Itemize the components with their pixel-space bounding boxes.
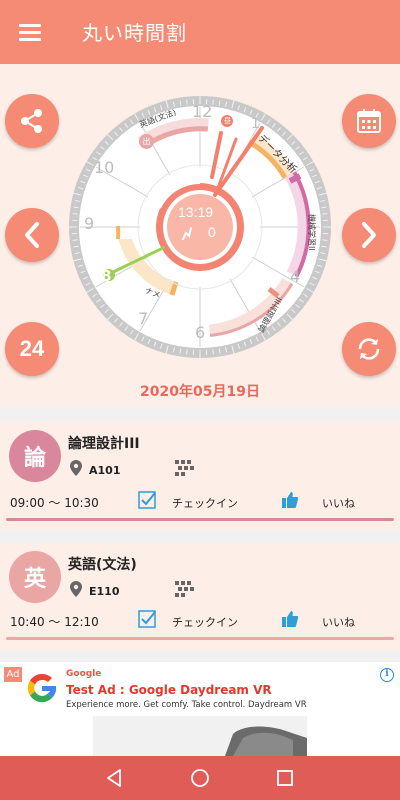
clock-tick: [72, 213, 78, 215]
checkin-label[interactable]: チェックイン: [172, 495, 238, 511]
ad-brand: Google: [66, 669, 102, 679]
clock-hour-1: 1: [251, 116, 260, 132]
class-avatar: 英: [9, 551, 61, 603]
home-circle-icon[interactable]: [185, 764, 215, 792]
class-avatar: 論: [9, 430, 61, 482]
ad-badge: Ad: [4, 667, 22, 682]
hours-toggle-button[interactable]: 24: [5, 322, 59, 376]
center-walk-icon: [181, 225, 193, 240]
class-name: 論理設計III: [68, 436, 140, 452]
class-color-bar: [6, 518, 394, 521]
class-time: 09:00 ～ 10:30: [10, 496, 99, 510]
share-button[interactable]: [5, 94, 59, 148]
hours-label: 24: [19, 336, 45, 361]
class-color-bar: [6, 637, 394, 640]
location-pin-icon: [70, 581, 82, 597]
checkin-label[interactable]: チェックイン: [172, 614, 238, 630]
clock-tick: [186, 349, 188, 355]
clock-hour-9: 9: [84, 214, 95, 233]
classmates-icon[interactable]: [175, 581, 195, 599]
event-badge-english: 出: [139, 134, 154, 149]
clock-hour-8: 8: [101, 267, 112, 285]
clock-tick: [186, 99, 188, 105]
calendar-button[interactable]: [342, 94, 396, 148]
calendar-icon: [357, 109, 381, 133]
checkin-icon[interactable]: [138, 491, 156, 509]
thumbs-up-icon[interactable]: [281, 491, 299, 509]
class-card[interactable]: 論 論理設計III A101 09:00 ～ 10:30 チェックイン いいね: [0, 422, 400, 530]
prev-day-button[interactable]: [5, 208, 59, 262]
clock-tick: [72, 239, 78, 241]
ad-description: Experience more. Get comfy. Take control…: [66, 700, 307, 710]
google-logo-icon: [27, 673, 57, 703]
next-day-button[interactable]: [342, 208, 396, 262]
clock-tick: [322, 239, 328, 241]
ad-image[interactable]: [93, 716, 307, 756]
app-title: 丸い時間割: [82, 21, 187, 45]
ad-banner[interactable]: Ad Google Test Ad : Google Daydream VR E…: [0, 662, 400, 756]
event-badge-lunch: 昼: [224, 117, 231, 125]
system-nav-bar: [0, 756, 400, 800]
clock-hour-7: 7: [138, 309, 149, 328]
classmates-icon[interactable]: [175, 460, 195, 478]
location-pin-icon: [70, 460, 82, 476]
thumbs-up-icon[interactable]: [281, 610, 299, 628]
center-count: 0: [208, 224, 216, 240]
hamburger-menu-icon[interactable]: [16, 20, 46, 44]
checkin-icon[interactable]: [138, 610, 156, 628]
clock-area: 12 10 9 8 7 6 4 1 13:19 0 英語(文法) 出 昼 データ…: [0, 64, 400, 407]
date-label: 2020年05月19日: [140, 384, 260, 400]
like-label[interactable]: いいね: [322, 614, 355, 630]
clock-tick: [212, 349, 214, 355]
clock-hour-6: 6: [195, 323, 206, 342]
class-room: A101: [89, 464, 121, 477]
clock-hour-4: 4: [290, 267, 301, 286]
app-bar: 丸い時間割: [0, 0, 400, 64]
share-icon: [21, 109, 42, 133]
refresh-icon: [358, 338, 380, 360]
ad-title[interactable]: Test Ad : Google Daydream VR: [66, 683, 272, 697]
class-card[interactable]: 英 英語(文法) E110 10:40 ～ 12:10 チェックイン いいね: [0, 543, 400, 651]
event-label-mech: 機械学習II: [307, 214, 316, 251]
class-time: 10:40 ～ 12:10: [10, 615, 99, 629]
refresh-button[interactable]: [342, 322, 396, 376]
like-label[interactable]: いいね: [322, 495, 355, 511]
clock-hour-10: 10: [94, 158, 115, 177]
class-room: E110: [89, 585, 120, 598]
ad-info-icon[interactable]: i: [380, 668, 394, 682]
clock-tick: [322, 213, 328, 215]
center-time: 13:19: [178, 204, 214, 220]
clock-hour-12: 12: [192, 102, 213, 121]
chevron-left-icon: [25, 222, 39, 248]
recents-square-icon[interactable]: [270, 764, 300, 792]
clock-tick: [212, 99, 214, 105]
chevron-right-icon: [362, 222, 376, 248]
back-triangle-icon[interactable]: [99, 764, 129, 792]
class-name: 英語(文法): [68, 557, 137, 573]
